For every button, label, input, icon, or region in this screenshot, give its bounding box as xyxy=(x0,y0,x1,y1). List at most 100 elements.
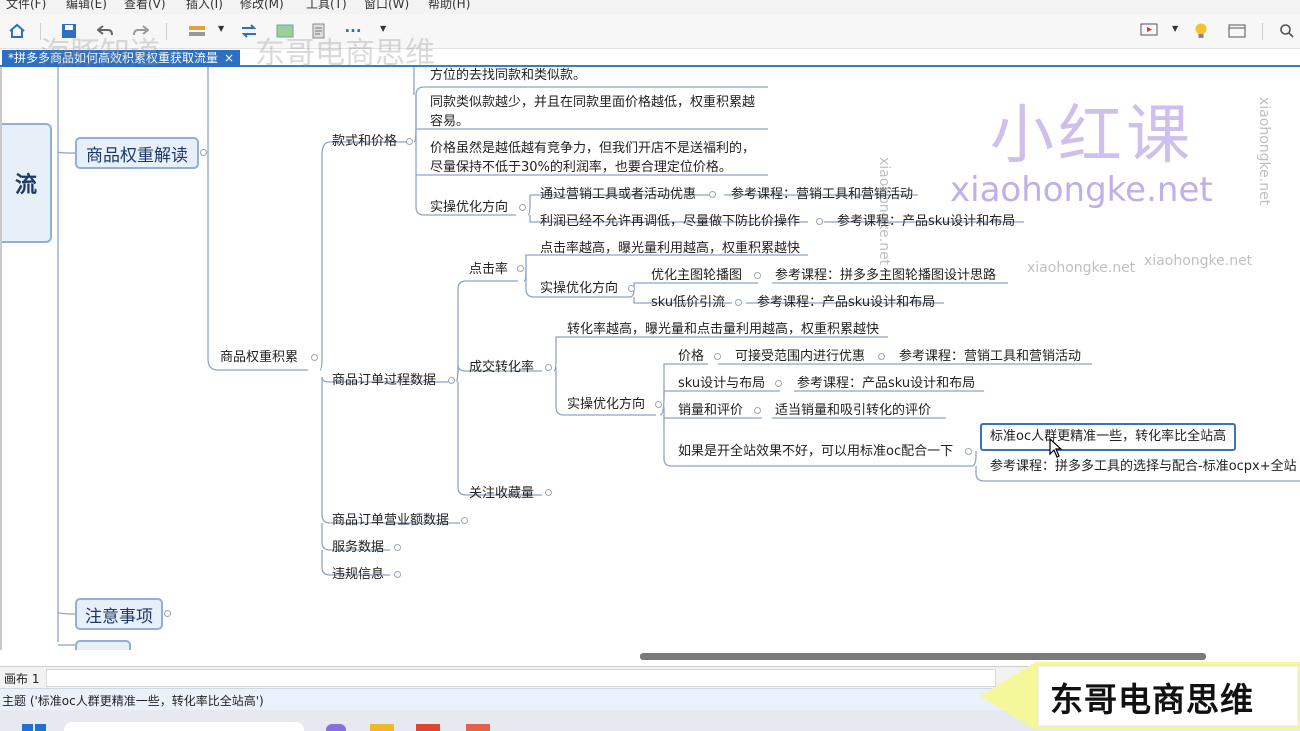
topic-weight-intro[interactable]: 商品权重解读 xyxy=(75,137,199,169)
presentation-icon[interactable] xyxy=(1138,21,1160,41)
collapse-toggle[interactable] xyxy=(545,489,552,496)
topic-revenue[interactable]: 商品订单营业额数据 xyxy=(332,512,449,529)
collapse-toggle[interactable] xyxy=(394,571,401,578)
topic-text[interactable]: 点击率越高，曝光量利用越高，权重积累越快 xyxy=(540,240,800,257)
collapse-toggle[interactable] xyxy=(628,285,635,292)
menu-tools[interactable]: 工具(T) xyxy=(306,0,347,12)
collapse-toggle[interactable] xyxy=(965,448,972,455)
mouse-cursor-icon xyxy=(1049,438,1063,458)
topic-violation[interactable]: 违规信息 xyxy=(332,566,384,583)
topic-notes[interactable]: 注意事项 xyxy=(75,598,163,630)
collapse-toggle[interactable] xyxy=(754,272,761,279)
topic-order-process[interactable]: 商品订单过程数据 xyxy=(332,372,436,389)
toolbar-separator xyxy=(166,23,167,40)
sheet-tab[interactable]: 画布 1 xyxy=(4,670,39,687)
status-text: 主题 ('标准oc人群更精准一些，转化率比全站高') xyxy=(2,694,264,708)
brand-watermark-cn: 小红课 xyxy=(990,99,1194,173)
windows-start-icon[interactable] xyxy=(22,724,46,731)
topic-action[interactable]: 实操优化方向 xyxy=(540,280,618,297)
collapse-toggle[interactable] xyxy=(461,517,468,524)
topic-reference[interactable]: 参考课程：产品sku设计和布局 xyxy=(837,213,1015,230)
topic-reference[interactable]: 参考课程：拼多多工具的选择与配合-标准ocpx+全站 xyxy=(990,458,1297,475)
topic-weight-accumulation[interactable]: 商品权重积累 xyxy=(220,349,298,366)
collapse-toggle[interactable] xyxy=(519,204,526,211)
menu-edit[interactable]: 编辑(E) xyxy=(66,0,107,12)
selected-topic[interactable]: 标准oc人群更精准一些，转化率比全站高 xyxy=(980,423,1237,451)
menu-modify[interactable]: 修改(M) xyxy=(240,0,284,12)
collapse-toggle[interactable] xyxy=(709,191,716,198)
close-icon[interactable]: × xyxy=(224,51,234,65)
folder-icon[interactable] xyxy=(370,724,394,731)
search-icon[interactable] xyxy=(1276,21,1298,41)
menu-window[interactable]: 窗口(W) xyxy=(364,0,409,12)
topic-reference[interactable]: 参考课程：营销工具和营销活动 xyxy=(899,348,1081,365)
chevron-down-icon[interactable]: ▼ xyxy=(218,24,224,33)
app-icon[interactable] xyxy=(466,724,490,731)
topic-text[interactable]: 价格 xyxy=(678,348,704,365)
topic-text[interactable]: 销量和评价 xyxy=(678,402,743,419)
chevron-down-icon[interactable]: ▼ xyxy=(1172,24,1178,33)
topic-text[interactable]: 方位的去找同款和类似款。 xyxy=(430,67,586,84)
collapse-toggle[interactable] xyxy=(164,610,171,617)
watermark-text: 海豚知道 xyxy=(40,36,160,71)
collapse-toggle[interactable] xyxy=(448,377,455,384)
topic-action[interactable]: 实操优化方向 xyxy=(430,199,508,216)
panel-icon[interactable] xyxy=(1226,21,1248,41)
topic-partial[interactable] xyxy=(75,640,131,650)
horizontal-scrollbar[interactable] xyxy=(640,653,1206,660)
topic-text[interactable]: 优化主图轮播图 xyxy=(651,267,742,284)
collapse-toggle[interactable] xyxy=(735,299,742,306)
document-tab-strip: *拼多多商品如何高效积累权重获取流量 × xyxy=(0,49,1300,67)
topic-text[interactable]: sku低价引流 xyxy=(651,294,725,311)
topic-service[interactable]: 服务数据 xyxy=(332,539,384,556)
menu-insert[interactable]: 插入(I) xyxy=(186,0,223,12)
topic-action[interactable]: 实操优化方向 xyxy=(567,396,645,413)
collapse-toggle[interactable] xyxy=(754,407,761,414)
topic-text[interactable]: 转化率越高，曝光量和点击量利用越高，权重积累越快 xyxy=(567,321,879,338)
menu-file[interactable]: 文件(F) xyxy=(6,0,46,12)
topic-style-price[interactable]: 款式和价格 xyxy=(332,133,397,150)
watermark-text: 东哥电商思维 xyxy=(255,36,435,71)
collapse-toggle[interactable] xyxy=(816,218,823,225)
collapse-toggle[interactable] xyxy=(714,353,721,360)
home-icon[interactable] xyxy=(6,21,28,41)
topic-text[interactable]: 如果是开全站效果不好，可以用标准oc配合一下 xyxy=(678,443,953,460)
collapse-toggle[interactable] xyxy=(200,149,207,156)
copilot-icon[interactable] xyxy=(326,724,346,731)
brand-watermark-en: xiaohongke.net xyxy=(950,170,1213,210)
watermark-text: xiaohongke.net xyxy=(1144,253,1253,269)
root-topic[interactable]: 流 xyxy=(2,123,52,243)
topic-text-line: 尽量保持不低于30%的利润率，也要合理定位价格。 xyxy=(430,160,732,175)
collapse-toggle[interactable] xyxy=(406,138,413,145)
topic-reference[interactable]: 参考课程：拼多多主图轮播图设计思路 xyxy=(775,267,996,284)
topic-text[interactable]: 利润已经不允许再调低，尽量做下防比价操作 xyxy=(540,213,800,230)
topic-text[interactable]: sku设计与布局 xyxy=(678,375,765,392)
topic-text[interactable]: 适当销量和吸引转化的评价 xyxy=(775,402,931,419)
topic-cvr[interactable]: 成交转化率 xyxy=(469,359,534,376)
topic-reference[interactable]: 参考课程：产品sku设计和布局 xyxy=(797,375,975,392)
topic-favorites[interactable]: 关注收藏量 xyxy=(469,485,534,502)
menu-view[interactable]: 查看(V) xyxy=(124,0,166,12)
collapse-toggle[interactable] xyxy=(775,380,782,387)
watermark-text: xiaohongke.net xyxy=(1027,260,1136,276)
sheet-tab-area xyxy=(46,669,996,687)
topic-reference[interactable]: 参考课程：产品sku设计和布局 xyxy=(757,294,935,311)
topic-text[interactable]: 同款类似款越少，并且在同款里面价格越低，权重积累越 容易。 xyxy=(430,93,755,131)
topic-text[interactable]: 价格虽然是越低越有竞争力，但我们开店不是送福利的， 尽量保持不低于30%的利润率… xyxy=(430,139,755,177)
mind-map-app-window: { "menu": ["文件(F)", "编辑(E)", "查看(V)", "插… xyxy=(0,0,1300,731)
topic-text[interactable]: 可接受范围内进行优惠 xyxy=(735,348,865,365)
lightbulb-icon[interactable] xyxy=(1190,21,1212,41)
app-icon[interactable] xyxy=(416,724,440,731)
menu-help[interactable]: 帮助(H) xyxy=(428,0,470,12)
collapse-toggle[interactable] xyxy=(517,265,524,272)
collapse-toggle[interactable] xyxy=(394,544,401,551)
collapse-toggle[interactable] xyxy=(545,364,552,371)
collapse-toggle[interactable] xyxy=(311,354,318,361)
taskbar-search-box[interactable] xyxy=(64,722,304,731)
collapse-toggle[interactable] xyxy=(878,353,885,360)
topic-ctr[interactable]: 点击率 xyxy=(469,261,508,278)
insert-topic-icon[interactable] xyxy=(186,21,208,41)
topic-text[interactable]: 通过营销工具或者活动优惠 xyxy=(540,186,696,203)
root-topic-label: 流 xyxy=(14,173,37,198)
collapse-toggle[interactable] xyxy=(655,401,662,408)
